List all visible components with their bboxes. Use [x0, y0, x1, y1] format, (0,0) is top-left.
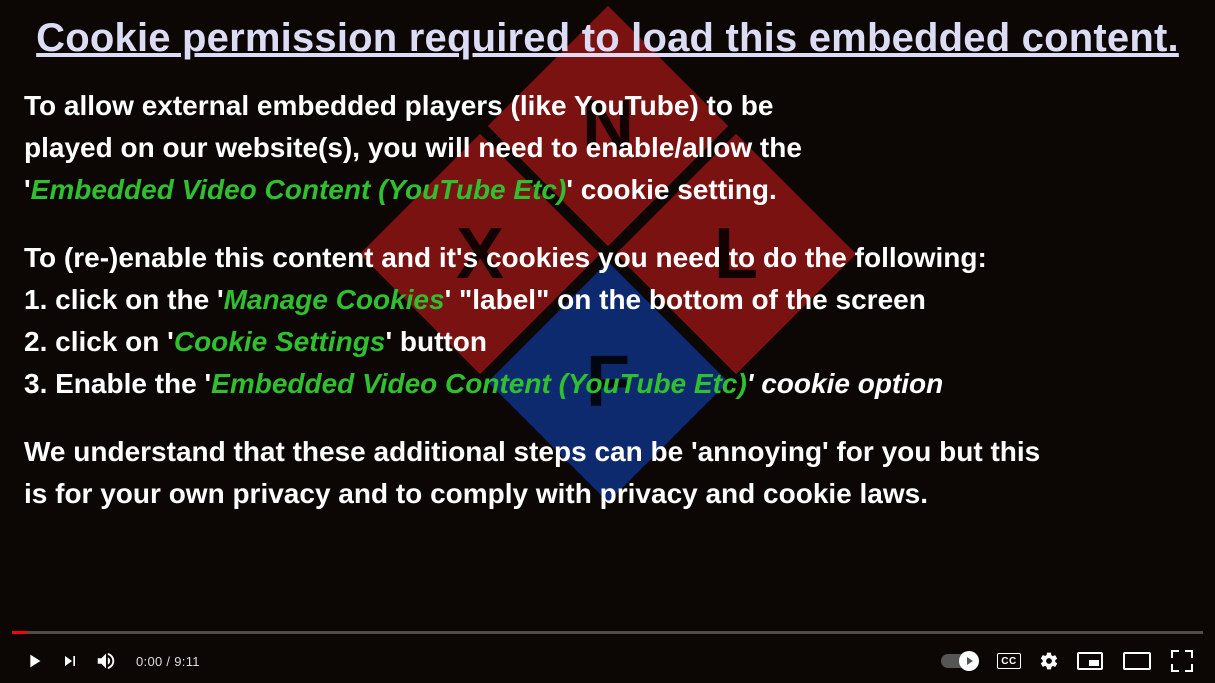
duration: 9:11 — [174, 654, 200, 669]
consent-line: is for your own privacy and to comply wi… — [24, 473, 1191, 515]
consent-step: 3. Enable the 'Embedded Video Content (Y… — [24, 363, 1191, 405]
consent-title: Cookie permission required to load this … — [24, 16, 1191, 61]
captions-button[interactable]: CC — [997, 653, 1021, 669]
consent-body: To allow external embedded players (like… — [24, 85, 1191, 515]
current-time: 0:00 — [136, 654, 163, 669]
mute-button[interactable] — [88, 643, 124, 679]
next-button[interactable] — [52, 643, 88, 679]
play-button[interactable] — [16, 643, 52, 679]
consent-line: 'Embedded Video Content (YouTube Etc)' c… — [24, 169, 1191, 211]
consent-line: We understand that these additional step… — [24, 431, 1191, 473]
player-controls: 0:00 / 9:11 CC — [0, 635, 1215, 683]
progress-fill — [12, 631, 27, 634]
video-player-frame: N X L F Cookie permission required to lo… — [0, 0, 1215, 683]
autoplay-toggle[interactable] — [941, 654, 977, 668]
gear-icon — [1039, 651, 1059, 671]
next-icon — [60, 651, 80, 671]
consent-line: played on our website(s), you will need … — [24, 127, 1191, 169]
toggle-knob — [959, 651, 979, 671]
consent-step: 1. click on the 'Manage Cookies' "label"… — [24, 279, 1191, 321]
play-icon — [23, 650, 45, 672]
consent-step: 2. click on 'Cookie Settings' button — [24, 321, 1191, 363]
settings-button[interactable] — [1031, 643, 1067, 679]
progress-bar[interactable] — [12, 631, 1203, 634]
time-display: 0:00 / 9:11 — [136, 654, 200, 669]
fullscreen-button[interactable] — [1171, 650, 1193, 672]
theater-mode-button[interactable] — [1123, 652, 1151, 670]
miniplayer-button[interactable] — [1077, 652, 1103, 670]
consent-line: To (re-)enable this content and it's coo… — [24, 237, 1191, 279]
consent-line: To allow external embedded players (like… — [24, 85, 1191, 127]
consent-message: Cookie permission required to load this … — [24, 16, 1191, 515]
volume-icon — [95, 650, 117, 672]
